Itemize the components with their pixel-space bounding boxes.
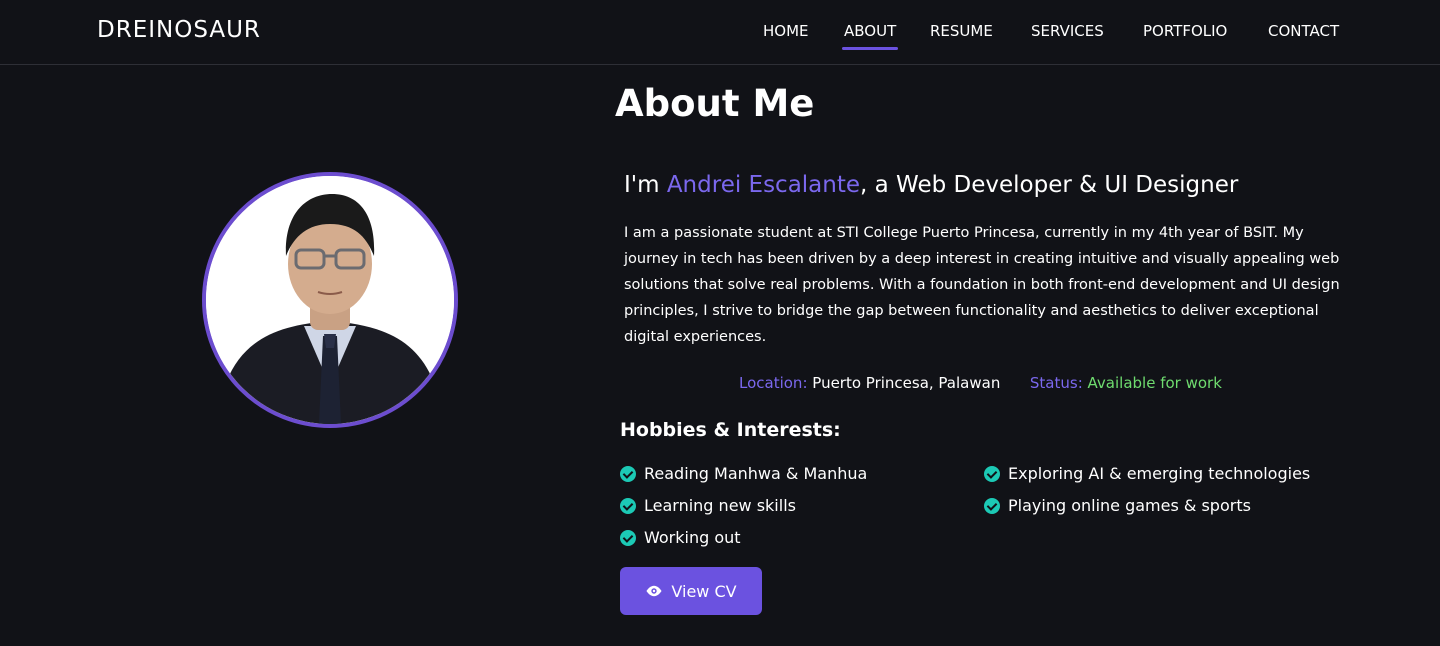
hobby-item: Playing online games & sports: [984, 496, 1251, 515]
profile-photo: [202, 172, 458, 428]
hobby-label: Working out: [644, 528, 741, 547]
nav-contact[interactable]: CONTACT: [1268, 22, 1339, 40]
hobbies-title: Hobbies & Interests:: [620, 419, 841, 441]
hobby-label: Reading Manhwa & Manhua: [644, 464, 868, 483]
hobby-item: Reading Manhwa & Manhua: [620, 464, 867, 483]
profile-photo-illustration: [206, 176, 454, 424]
check-circle-icon: [620, 465, 636, 482]
hobby-label: Exploring AI & emerging technologies: [1008, 464, 1311, 483]
intro-heading: I'm Andrei Escalante, a Web Developer & …: [624, 172, 1238, 198]
intro-prefix: I'm: [624, 172, 667, 198]
nav-home[interactable]: HOME: [763, 22, 809, 40]
intro-suffix: , a Web Developer & UI Designer: [860, 172, 1239, 198]
hobby-label: Playing online games & sports: [1008, 496, 1251, 515]
brand-logo[interactable]: DREINOSAUR: [97, 17, 261, 43]
intro-name: Andrei Escalante: [666, 172, 861, 198]
location-label: Location:: [739, 374, 808, 392]
location-value: Puerto Princesa, Palawan: [812, 374, 1001, 392]
check-circle-icon: [620, 529, 636, 546]
nav-services[interactable]: SERVICES: [1031, 22, 1104, 40]
info-row: Location: Puerto Princesa, Palawan Statu…: [739, 374, 1222, 392]
eye-icon: [646, 585, 662, 597]
nav-about[interactable]: ABOUT: [841, 22, 899, 50]
nav-resume[interactable]: RESUME: [930, 22, 993, 40]
status-label: Status:: [1029, 374, 1083, 392]
check-circle-icon: [984, 497, 1000, 514]
status-value: Available for work: [1087, 374, 1222, 392]
top-navbar: DREINOSAUR HOME ABOUT RESUME SERVICES PO…: [0, 0, 1440, 65]
check-circle-icon: [984, 465, 1000, 482]
hobby-item: Working out: [620, 528, 741, 547]
hobby-item: Exploring AI & emerging technologies: [984, 464, 1310, 483]
hobby-label: Learning new skills: [644, 496, 796, 515]
check-circle-icon: [620, 497, 636, 514]
nav-portfolio[interactable]: PORTFOLIO: [1143, 22, 1227, 40]
hobby-item: Learning new skills: [620, 496, 796, 515]
view-cv-label: View CV: [671, 581, 737, 601]
bio-paragraph: I am a passionate student at STI College…: [624, 225, 1340, 345]
page-title: About Me: [615, 82, 815, 125]
view-cv-button[interactable]: View CV: [620, 567, 762, 615]
